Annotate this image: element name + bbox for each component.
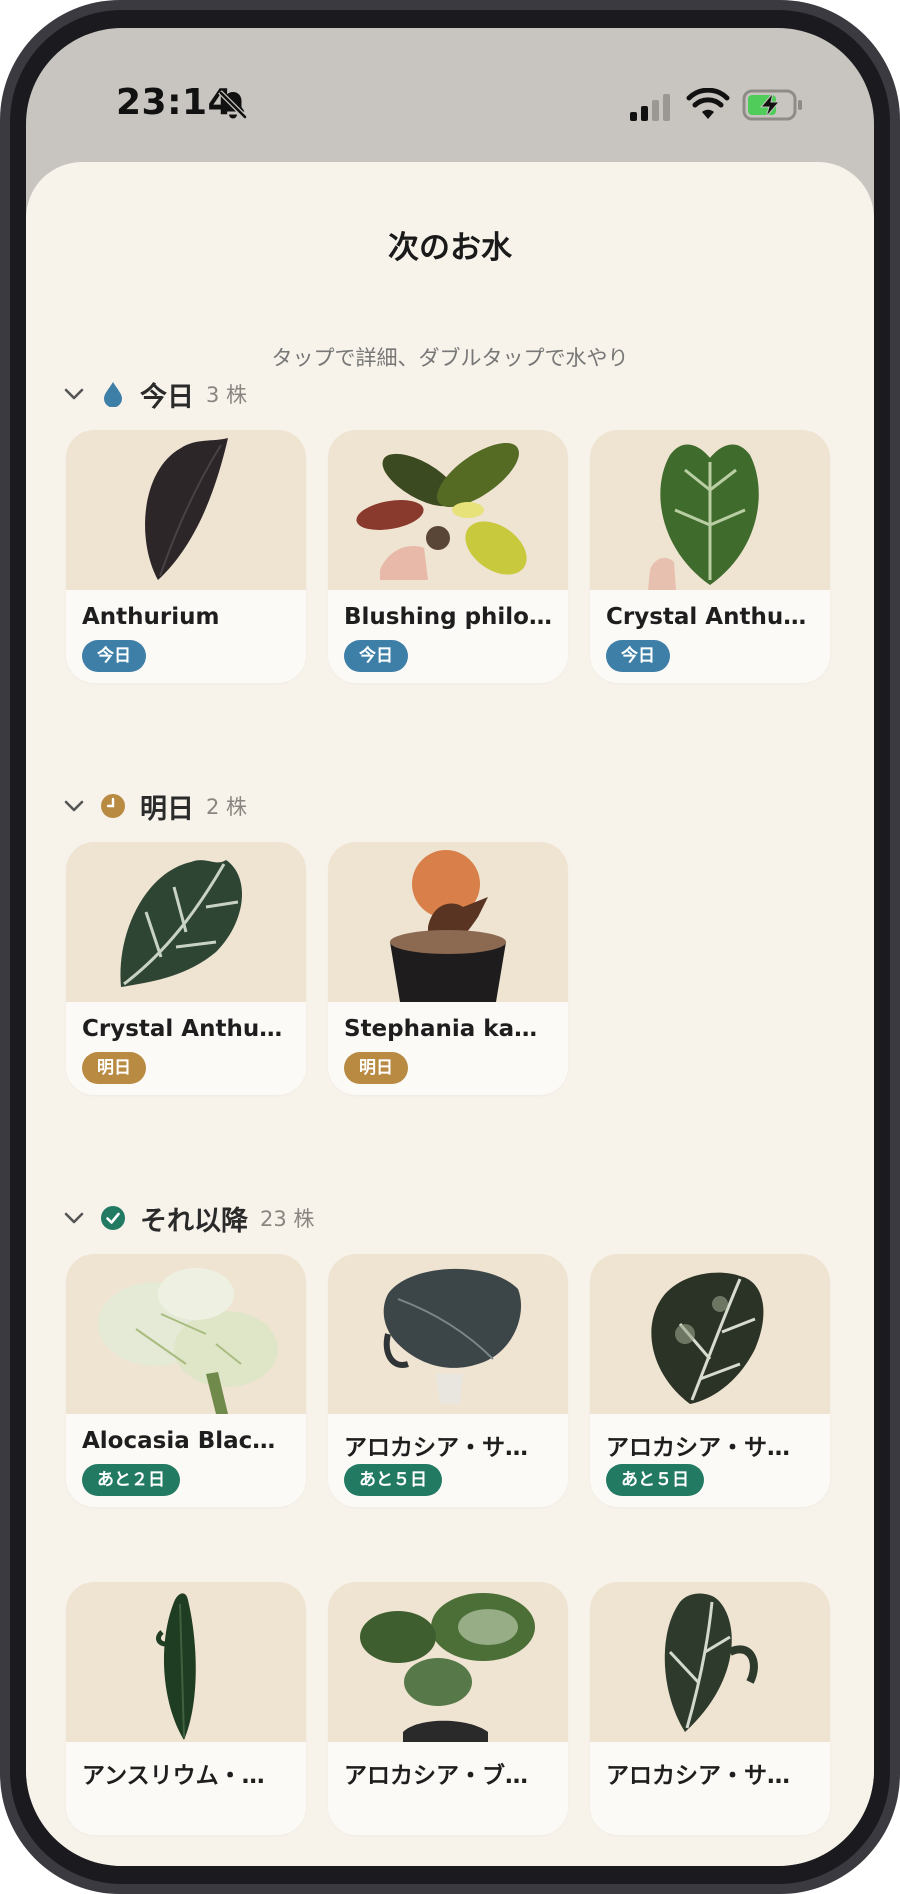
plant-name: アロカシア・サ… bbox=[606, 1435, 790, 1461]
plant-name: Crystal Anthu… bbox=[82, 1016, 283, 1042]
section-title: 明日 bbox=[140, 793, 194, 825]
plant-name: Anthurium bbox=[82, 604, 220, 630]
plant-card[interactable]: Crystal Anthu… 明日 bbox=[66, 842, 306, 1095]
plant-name: Crystal Anthu… bbox=[606, 604, 807, 630]
plant-photo bbox=[66, 1254, 306, 1414]
section-count: 2 株 bbox=[206, 795, 248, 819]
due-badge: 今日 bbox=[606, 640, 670, 672]
plant-card[interactable]: アンスリウム・… bbox=[66, 1582, 306, 1835]
wifi-icon bbox=[686, 88, 730, 119]
plant-photo bbox=[590, 1254, 830, 1414]
chevron-down-icon bbox=[64, 800, 84, 812]
gesture-hint: タップで詳細、ダブルタップで水やり bbox=[271, 346, 629, 370]
watering-sheet: 次のお水 タップで詳細、ダブルタップで水やり 今日 3 株 Anthurium … bbox=[26, 162, 874, 1866]
plant-name: Alocasia Blac… bbox=[82, 1428, 276, 1454]
section-header-today[interactable]: 今日 3 株 bbox=[62, 374, 247, 414]
plant-photo bbox=[590, 1582, 830, 1742]
battery-charging-icon bbox=[742, 89, 802, 121]
plant-card[interactable]: Crystal Anthu… 今日 bbox=[590, 430, 830, 683]
due-badge: 明日 bbox=[344, 1052, 408, 1084]
plant-photo bbox=[66, 842, 306, 1002]
due-badge: あと５日 bbox=[606, 1464, 704, 1496]
chevron-down-icon bbox=[64, 1212, 84, 1224]
plant-card[interactable]: アロカシア・サ… bbox=[590, 1582, 830, 1835]
plant-card[interactable]: Blushing philo… 今日 bbox=[328, 430, 568, 683]
plant-card[interactable]: アロカシア・サ… あと５日 bbox=[590, 1254, 830, 1507]
plant-name: アンスリウム・… bbox=[82, 1763, 265, 1789]
status-bar: 23:14 bbox=[26, 28, 874, 158]
plant-name: Stephania ka… bbox=[344, 1016, 538, 1042]
plant-card[interactable]: アロカシア・ブ… bbox=[328, 1582, 568, 1835]
sheet-title: 次のお水 bbox=[388, 230, 512, 266]
plant-photo bbox=[590, 430, 830, 590]
due-badge: 今日 bbox=[82, 640, 146, 672]
plant-card[interactable]: Anthurium 今日 bbox=[66, 430, 306, 683]
section-header-later[interactable]: それ以降 23 株 bbox=[62, 1198, 314, 1238]
phone-screen: 23:14 次のお水 タップで詳細、ダブルタップで水やり 今日 3 株 Anth… bbox=[26, 28, 874, 1866]
clock-icon bbox=[100, 793, 126, 819]
due-badge: あと２日 bbox=[82, 1464, 180, 1496]
due-badge: 今日 bbox=[344, 640, 408, 672]
due-badge: あと５日 bbox=[344, 1464, 442, 1496]
plant-photo bbox=[328, 430, 568, 590]
chevron-down-icon bbox=[64, 388, 84, 400]
plant-name: アロカシア・サ… bbox=[606, 1763, 790, 1789]
bell-muted-icon bbox=[218, 90, 248, 120]
plant-photo bbox=[328, 842, 568, 1002]
section-title: それ以降 bbox=[140, 1205, 248, 1237]
water-drop-icon bbox=[100, 381, 126, 407]
plant-card[interactable]: Stephania ka… 明日 bbox=[328, 842, 568, 1095]
section-title: 今日 bbox=[140, 381, 194, 413]
check-circle-icon bbox=[100, 1205, 126, 1231]
plant-photo bbox=[328, 1254, 568, 1414]
plant-card[interactable]: アロカシア・サ… あと５日 bbox=[328, 1254, 568, 1507]
plant-card[interactable]: Alocasia Blac… あと２日 bbox=[66, 1254, 306, 1507]
plant-name: Blushing philo… bbox=[344, 604, 552, 630]
due-badge: 明日 bbox=[82, 1052, 146, 1084]
section-count: 3 株 bbox=[206, 383, 248, 407]
plant-photo bbox=[66, 430, 306, 590]
plant-name: アロカシア・サ… bbox=[344, 1435, 528, 1461]
cellular-signal-icon bbox=[630, 94, 670, 121]
section-header-tomorrow[interactable]: 明日 2 株 bbox=[62, 786, 247, 826]
plant-name: アロカシア・ブ… bbox=[344, 1763, 528, 1789]
plant-photo bbox=[328, 1582, 568, 1742]
plant-photo bbox=[66, 1582, 306, 1742]
section-count: 23 株 bbox=[260, 1207, 315, 1231]
